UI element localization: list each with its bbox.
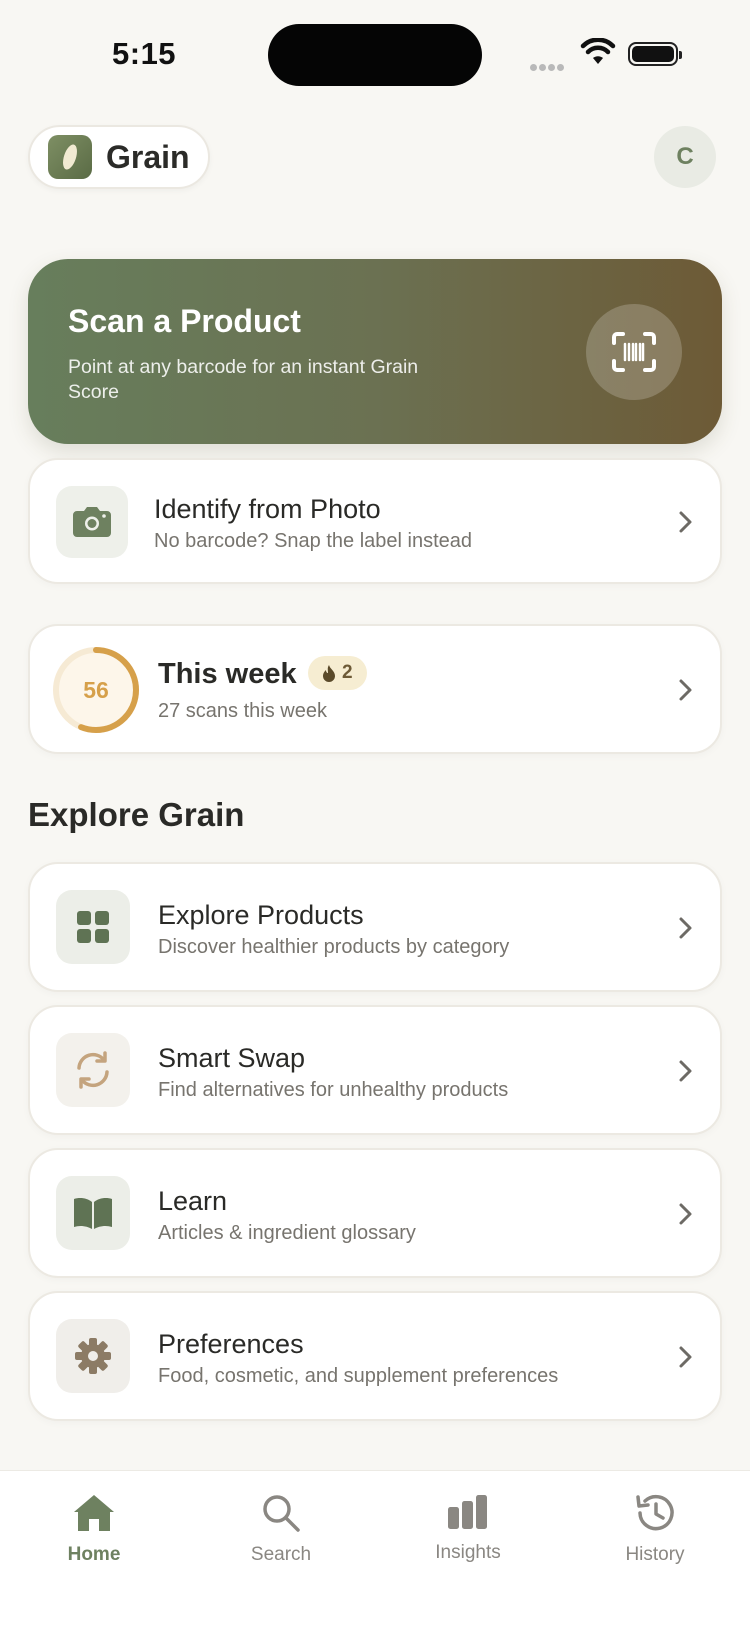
chevron-right-icon: [679, 679, 692, 701]
dynamic-island: [268, 24, 482, 86]
explore-products-card[interactable]: Explore Products Discover healthier prod…: [28, 862, 722, 992]
swap-icon-box: [56, 1033, 130, 1107]
tab-bar: Home Search Insights History: [0, 1470, 750, 1629]
swap-icon: [77, 1051, 109, 1089]
learn-title: Learn: [158, 1186, 228, 1216]
chevron-right-icon: [679, 511, 692, 533]
tab-search[interactable]: Search: [211, 1493, 351, 1566]
tab-home[interactable]: Home: [24, 1493, 164, 1566]
brand-pill[interactable]: Grain: [28, 125, 210, 189]
flame-icon: [323, 665, 335, 682]
chevron-right-icon: [679, 1203, 692, 1225]
identify-photo-subtitle: No barcode? Snap the label instead: [154, 530, 473, 552]
preferences-card[interactable]: Preferences Food, cosmetic, and suppleme…: [28, 1291, 722, 1421]
explore-section-title: Explore Grain: [28, 796, 245, 833]
grain-logo-icon: [48, 135, 92, 179]
grid-icon-box: [56, 890, 130, 964]
scan-barcode-button[interactable]: [586, 304, 682, 400]
barcode-scan-icon: [612, 332, 656, 372]
wifi-icon: [580, 38, 616, 64]
gear-icon-box: [56, 1319, 130, 1393]
streak-badge: 2: [308, 656, 367, 690]
bar-chart-icon: [448, 1495, 487, 1529]
tab-history-label: History: [625, 1544, 685, 1565]
identify-photo-card[interactable]: Identify from Photo No barcode? Snap the…: [28, 458, 722, 584]
status-bar: 5:15: [0, 0, 750, 100]
book-icon: [74, 1198, 112, 1229]
cellular-signal-icon: [530, 58, 570, 71]
chevron-right-icon: [679, 917, 692, 939]
status-time: 5:15: [112, 36, 177, 71]
book-icon-box: [56, 1176, 130, 1250]
chevron-right-icon: [679, 1060, 692, 1082]
grain-score-value: 56: [83, 676, 109, 703]
preferences-subtitle: Food, cosmetic, and supplement preferenc…: [158, 1365, 559, 1387]
history-icon: [636, 1494, 674, 1531]
grid-icon: [77, 911, 109, 943]
explore-products-title: Explore Products: [158, 900, 364, 930]
this-week-title: This week: [158, 658, 297, 690]
battery-icon: [628, 42, 682, 66]
tab-search-label: Search: [250, 1544, 312, 1565]
tab-insights-label: Insights: [435, 1542, 501, 1563]
camera-icon-box: [56, 486, 128, 558]
scan-subtitle: Point at any barcode for an instant Grai…: [68, 356, 419, 403]
home-icon: [74, 1495, 114, 1531]
chevron-right-icon: [679, 1346, 692, 1368]
preferences-title: Preferences: [158, 1329, 304, 1359]
gear-icon: [75, 1338, 111, 1374]
camera-icon: [73, 507, 111, 537]
scan-product-card[interactable]: Scan a Product Point at any barcode for …: [28, 259, 722, 444]
smart-swap-subtitle: Find alternatives for unhealthy products: [158, 1079, 509, 1101]
streak-count: 2: [342, 662, 353, 683]
tab-insights[interactable]: Insights: [398, 1493, 538, 1564]
scan-title: Scan a Product: [68, 303, 301, 339]
explore-products-subtitle: Discover healthier products by category: [158, 936, 510, 958]
tab-home-label: Home: [67, 1544, 121, 1565]
this-week-subtitle: 27 scans this week: [158, 700, 327, 722]
app-name: Grain: [106, 138, 190, 175]
smart-swap-title: Smart Swap: [158, 1043, 306, 1073]
search-icon: [263, 1495, 300, 1532]
smart-swap-card[interactable]: Smart Swap Find alternatives for unhealt…: [28, 1005, 722, 1135]
learn-subtitle: Articles & ingredient glossary: [158, 1222, 416, 1244]
profile-avatar[interactable]: C: [654, 126, 716, 188]
tab-history[interactable]: History: [585, 1493, 725, 1566]
this-week-card[interactable]: 56 This week 2 27 scans this week: [28, 624, 722, 754]
identify-photo-title: Identify from Photo: [154, 494, 381, 524]
learn-card[interactable]: Learn Articles & ingredient glossary: [28, 1148, 722, 1278]
